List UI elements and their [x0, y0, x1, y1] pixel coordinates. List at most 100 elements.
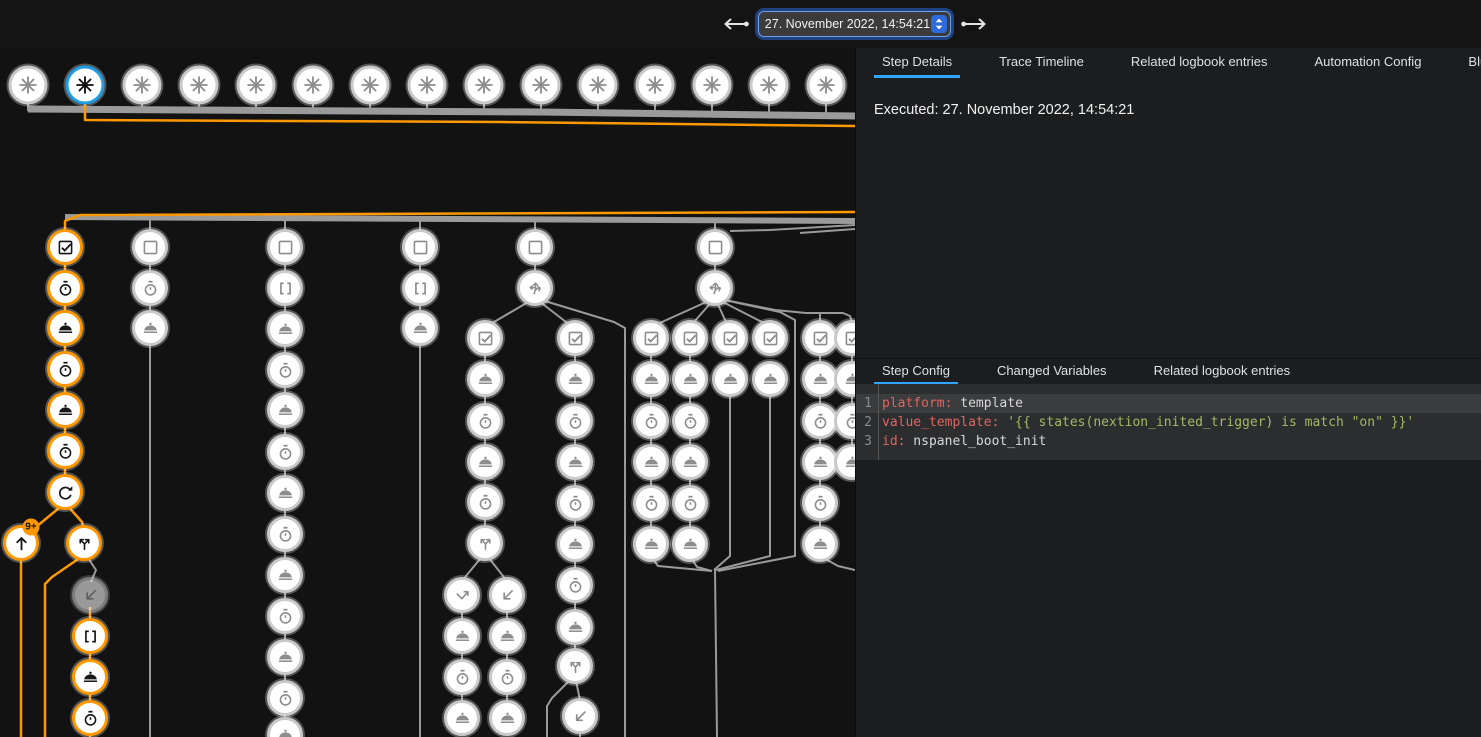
trace-node-service-call[interactable] — [802, 526, 838, 562]
trace-node-checkbox-marked-condition[interactable] — [672, 320, 708, 356]
trace-node-checkbox-marked-condition[interactable] — [752, 320, 788, 356]
trace-node-asterisk-trigger[interactable] — [9, 66, 48, 105]
tab-related-logbook-entries[interactable]: Related logbook entries — [1146, 359, 1299, 385]
trace-node-checkbox-marked-condition[interactable] — [712, 320, 748, 356]
trace-node-timer-delay[interactable] — [72, 700, 108, 736]
trace-node-service-call[interactable] — [557, 444, 593, 480]
automation-trace-graph[interactable]: 9+ — [0, 0, 855, 737]
trace-node-timer-delay[interactable] — [267, 352, 303, 388]
trace-node-asterisk-trigger[interactable] — [750, 66, 789, 105]
trace-node-service-call[interactable] — [557, 361, 593, 397]
trace-node-timer-delay[interactable] — [557, 567, 593, 603]
trace-node-timer-delay[interactable] — [467, 484, 503, 520]
trace-node-checkbox-marked-condition[interactable] — [802, 320, 838, 356]
trace-node-asterisk-trigger[interactable] — [66, 66, 105, 105]
trace-node-checkbox-marked-condition[interactable] — [557, 320, 593, 356]
trace-node-service-call[interactable] — [633, 526, 669, 562]
tab-related-logbook-entries[interactable]: Related logbook entries — [1123, 48, 1276, 78]
trace-node-call-split[interactable] — [557, 648, 593, 684]
trace-node-call-split[interactable] — [467, 525, 503, 561]
trace-node-asterisk-trigger[interactable] — [636, 66, 675, 105]
trace-node-asterisk-trigger[interactable] — [579, 66, 618, 105]
trace-node-service-call[interactable] — [47, 310, 83, 346]
trace-node-code-brackets-wait[interactable] — [267, 270, 303, 306]
trace-node-timer-delay[interactable] — [267, 434, 303, 470]
trace-node-service-call[interactable] — [633, 361, 669, 397]
trace-node-asterisk-trigger[interactable] — [237, 66, 276, 105]
trace-node-checkbox-marked-condition[interactable] — [467, 320, 503, 356]
trace-node-checkbox-marked-condition[interactable] — [47, 229, 83, 265]
trace-node-service-call[interactable] — [444, 700, 480, 736]
trace-node-code-brackets-wait[interactable] — [72, 618, 108, 654]
next-run-button[interactable] — [960, 16, 990, 32]
trace-node-timer-delay[interactable] — [489, 659, 525, 695]
trace-node-service-call[interactable] — [557, 526, 593, 562]
trace-node-service-call[interactable] — [132, 310, 168, 346]
trace-node-call-received[interactable] — [489, 577, 525, 613]
trace-node-code-brackets-wait[interactable] — [402, 270, 438, 306]
trace-node-asterisk-trigger[interactable] — [465, 66, 504, 105]
trace-node-timer-delay[interactable] — [132, 270, 168, 306]
trace-node-timer-delay[interactable] — [444, 659, 480, 695]
trace-node-service-call[interactable] — [267, 475, 303, 511]
trace-node-timer-delay[interactable] — [557, 403, 593, 439]
trace-node-service-call[interactable] — [267, 392, 303, 428]
trace-node-checkbox-marked-condition[interactable] — [633, 320, 669, 356]
trace-node-checkbox-blank-condition[interactable] — [517, 229, 553, 265]
trace-node-service-call[interactable] — [402, 310, 438, 346]
trace-node-service-call[interactable] — [802, 444, 838, 480]
trace-node-timer-delay[interactable] — [802, 403, 838, 439]
trace-node-timer-delay[interactable] — [267, 516, 303, 552]
trace-node-service-call[interactable] — [672, 444, 708, 480]
trace-node-service-call[interactable] — [672, 361, 708, 397]
trace-node-service-call[interactable] — [672, 526, 708, 562]
trace-node-choose-branch[interactable] — [517, 270, 553, 306]
trace-node-arrow-bottom-left[interactable] — [562, 698, 598, 734]
trace-node-timer-delay[interactable] — [47, 433, 83, 469]
yaml-code-editor[interactable]: 1platform: template2value_template: '{{ … — [856, 384, 1481, 460]
trace-node-timer-delay[interactable] — [633, 403, 669, 439]
trace-node-call-split[interactable] — [66, 525, 102, 561]
run-date-select[interactable]: 27. November 2022, 14:54:21 — [758, 11, 951, 37]
trace-node-timer-delay[interactable] — [267, 598, 303, 634]
trace-node-asterisk-trigger[interactable] — [522, 66, 561, 105]
trace-node-checkbox-blank-condition[interactable] — [267, 229, 303, 265]
trace-node-asterisk-trigger[interactable] — [408, 66, 447, 105]
trace-node-service-call[interactable] — [72, 659, 108, 695]
trace-node-service-call[interactable] — [467, 444, 503, 480]
trace-node-asterisk-trigger[interactable] — [180, 66, 219, 105]
trace-node-timer-delay[interactable] — [467, 403, 503, 439]
trace-node-checkbox-blank-condition[interactable] — [132, 229, 168, 265]
tab-automation-config[interactable]: Automation Config — [1306, 48, 1429, 78]
trace-node-service-call[interactable] — [712, 361, 748, 397]
trace-node-asterisk-trigger[interactable] — [123, 66, 162, 105]
tab-step-details[interactable]: Step Details — [874, 48, 960, 78]
trace-node-repeat-loop[interactable] — [47, 474, 83, 510]
trace-node-service-call[interactable] — [557, 609, 593, 645]
trace-node-service-call[interactable] — [267, 311, 303, 347]
trace-node-call-received[interactable] — [72, 577, 108, 613]
trace-node-service-call[interactable] — [489, 700, 525, 736]
tab-trace-timeline[interactable]: Trace Timeline — [991, 48, 1092, 78]
trace-node-asterisk-trigger[interactable] — [351, 66, 390, 105]
tab-changed-variables[interactable]: Changed Variables — [989, 359, 1115, 385]
trace-node-checkbox-blank-condition[interactable] — [697, 229, 733, 265]
tab-step-config[interactable]: Step Config — [874, 359, 958, 385]
trace-node-service-call[interactable] — [267, 557, 303, 593]
trace-node-timer-delay[interactable] — [802, 485, 838, 521]
trace-node-service-call[interactable] — [467, 361, 503, 397]
trace-node-service-call[interactable] — [633, 444, 669, 480]
trace-node-timer-delay[interactable] — [633, 485, 669, 521]
trace-node-asterisk-trigger[interactable] — [693, 66, 732, 105]
trace-node-timer-delay[interactable] — [557, 485, 593, 521]
trace-node-timer-delay[interactable] — [672, 403, 708, 439]
trace-node-service-call[interactable] — [267, 639, 303, 675]
previous-run-button[interactable] — [720, 16, 750, 32]
trace-node-service-call[interactable] — [444, 618, 480, 654]
trace-node-asterisk-trigger[interactable] — [807, 66, 846, 105]
trace-node-asterisk-trigger[interactable] — [294, 66, 333, 105]
trace-node-checkbox-blank-condition[interactable] — [402, 229, 438, 265]
trace-node-timer-delay[interactable] — [47, 351, 83, 387]
trace-node-timer-delay[interactable] — [47, 270, 83, 306]
trace-node-service-call[interactable] — [802, 361, 838, 397]
